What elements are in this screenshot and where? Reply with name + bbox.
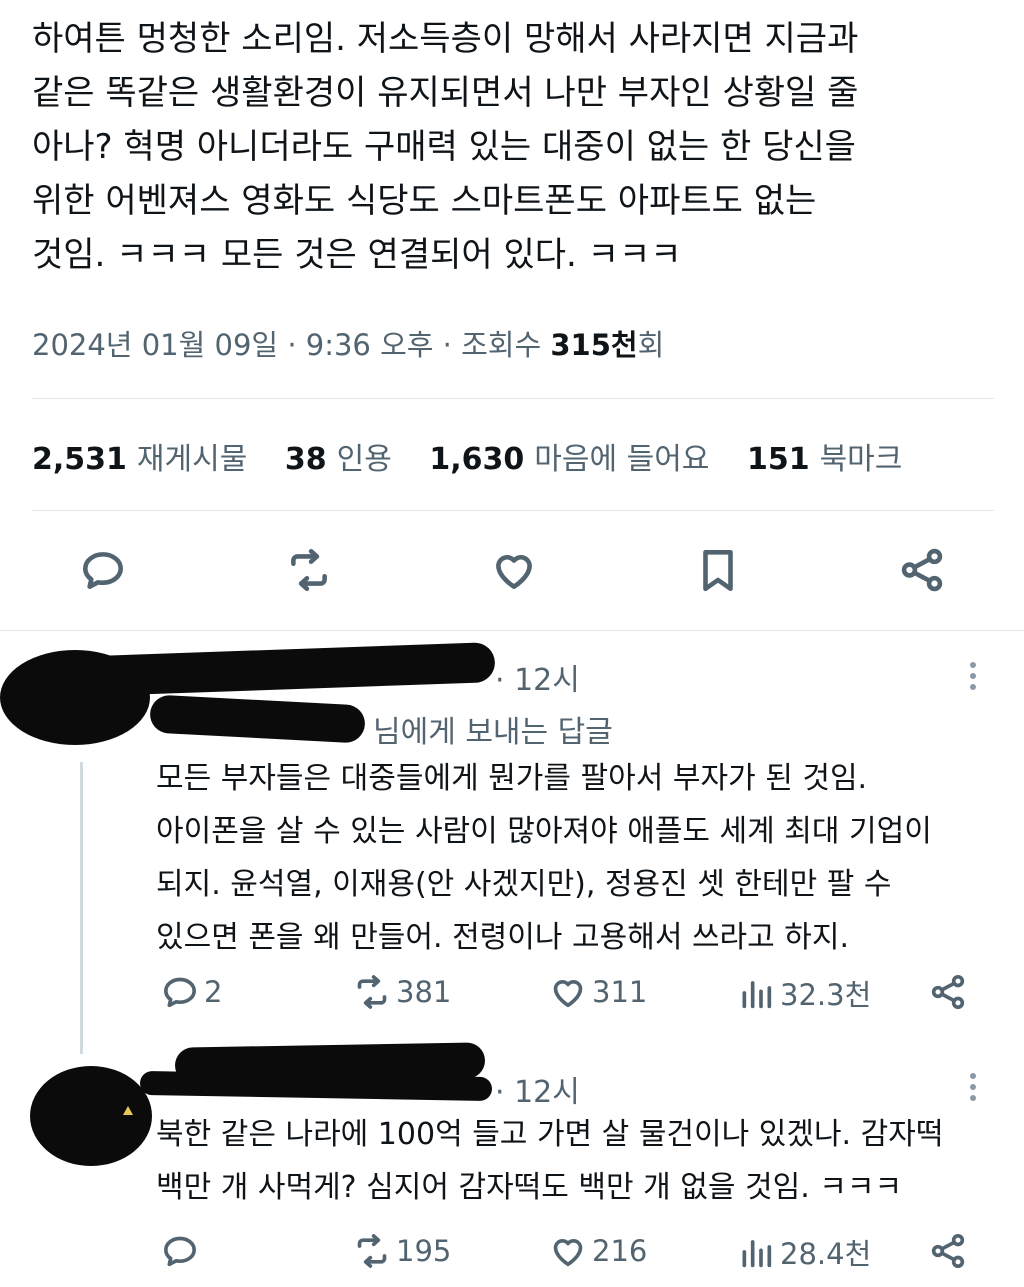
reply-text-line: 모든 부자들은 대중들에게 뭔가를 팔아서 부자가 된 것임. <box>156 761 868 796</box>
views-value: 315천 <box>550 328 638 362</box>
tweet-text-line: 것임. ㅋㅋㅋ 모든 것은 연결되어 있다. ㅋㅋㅋ <box>32 235 682 275</box>
divider <box>32 398 994 399</box>
engagement-stats: 2,531 재게시물 38 인용 1,630 마음에 들어요 151 북마크 <box>32 434 930 478</box>
reply-count: 2 <box>204 975 223 1009</box>
like-button[interactable]: 311 <box>548 972 647 1012</box>
views-icon <box>742 1240 772 1268</box>
reply-text-line: 아이폰을 살 수 있는 사람이 많아져야 애플도 세계 최대 기업이 <box>156 814 932 849</box>
divider <box>32 510 994 511</box>
reply-time: · 12시 <box>495 663 580 698</box>
reply-button[interactable] <box>160 1231 204 1271</box>
share-button[interactable] <box>928 1231 972 1271</box>
repost-button[interactable]: 381 <box>352 972 451 1012</box>
repost-count: 195 <box>396 1234 452 1268</box>
avatar[interactable] <box>30 1066 152 1166</box>
tweet-text-line: 위한 어벤져스 영화도 식당도 스마트폰도 아파트도 없는 <box>32 181 817 221</box>
heart-icon <box>553 980 583 1008</box>
bookmark-icon[interactable] <box>692 544 744 596</box>
tweet-time[interactable]: 9:36 오후 <box>306 328 434 362</box>
views-button[interactable]: 28.4천 <box>736 1231 871 1273</box>
replying-to-label: 님에게 보내는 답글 <box>373 715 613 750</box>
reply-text-line: 북한 같은 나라에 100억 들고 가면 살 물건이나 있겠나. 감자떡 <box>156 1117 944 1152</box>
like-count: 216 <box>592 1234 648 1268</box>
separator: · <box>287 328 297 362</box>
reply-text-line: 백만 개 사먹게? 심지어 감자떡도 백만 개 없을 것임. ㅋㅋㅋ <box>156 1170 903 1205</box>
view-count: 28.4천 <box>780 1237 872 1271</box>
tweet-text: 하여튼 멍청한 소리임. 저소득층이 망해서 사라지면 지금과 같은 똑같은 생… <box>32 12 992 282</box>
share-button[interactable] <box>928 972 972 1012</box>
tweet-meta: 2024년 01월 09일 · 9:36 오후 · 조회수 315천회 <box>32 322 664 364</box>
divider <box>0 630 1024 631</box>
reply-text: 모든 부자들은 대중들에게 뭔가를 팔아서 부자가 된 것임. 아이폰을 살 수… <box>156 752 932 964</box>
repost-icon <box>357 975 387 1009</box>
like-count: 311 <box>592 975 648 1009</box>
heart-icon[interactable] <box>488 544 540 596</box>
repost-count: 381 <box>396 975 452 1009</box>
stat-bookmarks[interactable]: 151 북마크 <box>747 442 930 477</box>
reply-text: 북한 같은 나라에 100억 들고 가면 살 물건이나 있겠나. 감자떡 백만 … <box>156 1108 943 1214</box>
more-options-icon[interactable] <box>968 1068 978 1106</box>
repost-button[interactable]: 195 <box>352 1231 451 1271</box>
redacted-handle <box>139 1070 493 1102</box>
reply-icon <box>164 1236 197 1267</box>
like-button[interactable]: 216 <box>548 1231 647 1271</box>
tweet-text-line: 하여튼 멍청한 소리임. 저소득층이 망해서 사라지면 지금과 <box>32 19 859 59</box>
redacted-username <box>39 642 496 698</box>
tweet-text-line: 같은 똑같은 생활환경이 유지되면서 나만 부자인 상황일 줄 <box>32 73 859 113</box>
views-button[interactable]: 32.3천 <box>736 972 871 1014</box>
tweet-date[interactable]: 2024년 01월 09일 <box>32 328 278 362</box>
share-icon <box>931 1234 965 1268</box>
stat-reposts[interactable]: 2,531 재게시물 <box>32 442 275 477</box>
views-icon <box>742 981 772 1009</box>
stat-quotes[interactable]: 38 인용 <box>285 442 420 477</box>
tweet-text-line: 아나? 혁명 아니더라도 구매력 있는 대중이 없는 한 당신을 <box>32 127 856 167</box>
reply-icon[interactable] <box>77 544 129 596</box>
separator: · <box>442 328 452 362</box>
stat-likes[interactable]: 1,630 마음에 들어요 <box>429 442 737 477</box>
thread-line <box>80 762 83 1054</box>
views-suffix: 회 <box>637 328 665 362</box>
heart-icon <box>553 1239 583 1267</box>
share-icon <box>931 975 965 1009</box>
share-icon[interactable] <box>896 544 948 596</box>
redacted-handle <box>149 694 366 744</box>
views-label: 조회수 <box>461 328 542 362</box>
repost-icon[interactable] <box>283 544 335 596</box>
reply-icon <box>164 977 197 1008</box>
avatar-detail <box>123 1106 133 1115</box>
reply-button[interactable]: 2 <box>160 972 222 1012</box>
view-count: 32.3천 <box>780 978 872 1012</box>
more-options-icon[interactable] <box>968 657 978 695</box>
reply-text-line: 있으면 폰을 왜 만들어. 전령이나 고용해서 쓰라고 하지. <box>156 920 850 955</box>
repost-icon <box>357 1234 387 1268</box>
reply-text-line: 되지. 윤석열, 이재용(안 사겠지만), 정용진 셋 한테만 팔 수 <box>156 867 892 902</box>
reply-time: · 12시 <box>495 1075 580 1110</box>
